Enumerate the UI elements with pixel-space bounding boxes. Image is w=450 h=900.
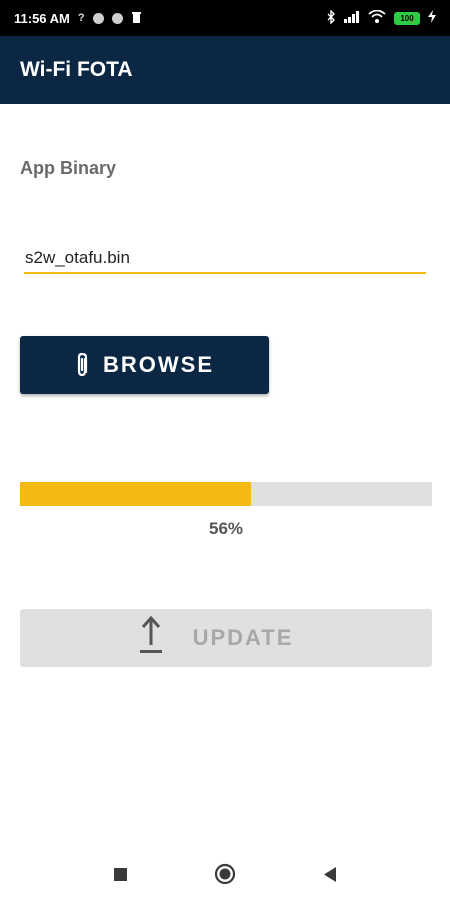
- status-time: 11:56 AM: [14, 10, 70, 26]
- status-bar: 11:56 AM ? 100: [0, 0, 450, 36]
- update-button[interactable]: UPDATE: [20, 609, 432, 667]
- charging-icon: [428, 10, 436, 26]
- upload-icon: [139, 615, 163, 661]
- progress-fill: [20, 482, 251, 506]
- system-nav-bar: [0, 848, 450, 900]
- paperclip-icon: [75, 352, 89, 378]
- back-icon[interactable]: [315, 859, 345, 889]
- app-bar: Wi-Fi FOTA: [0, 36, 450, 104]
- browse-label: BROWSE: [103, 352, 214, 377]
- file-name-field[interactable]: [24, 244, 426, 274]
- battery-icon: 100: [394, 11, 420, 25]
- status-right: 100: [327, 8, 436, 27]
- notification-dot-icon: [92, 12, 104, 24]
- update-label: UPDATE: [192, 625, 294, 650]
- status-extra-icon: ?: [77, 12, 85, 24]
- progress-percent: 56%: [208, 519, 244, 538]
- app-binary-label: App Binary: [20, 158, 117, 178]
- bluetooth-icon: [327, 8, 336, 27]
- trash-icon: [131, 11, 142, 26]
- app-title: Wi-Fi FOTA: [20, 58, 133, 81]
- status-left: 11:56 AM ?: [14, 11, 142, 26]
- upload-progress-bar: [20, 482, 432, 506]
- browse-button[interactable]: BROWSE: [20, 336, 269, 394]
- recents-icon[interactable]: [105, 859, 135, 889]
- home-icon[interactable]: [210, 859, 240, 889]
- notification-dot-icon: [111, 12, 123, 24]
- wifi-icon: [368, 9, 386, 26]
- signal-icon: [344, 10, 360, 26]
